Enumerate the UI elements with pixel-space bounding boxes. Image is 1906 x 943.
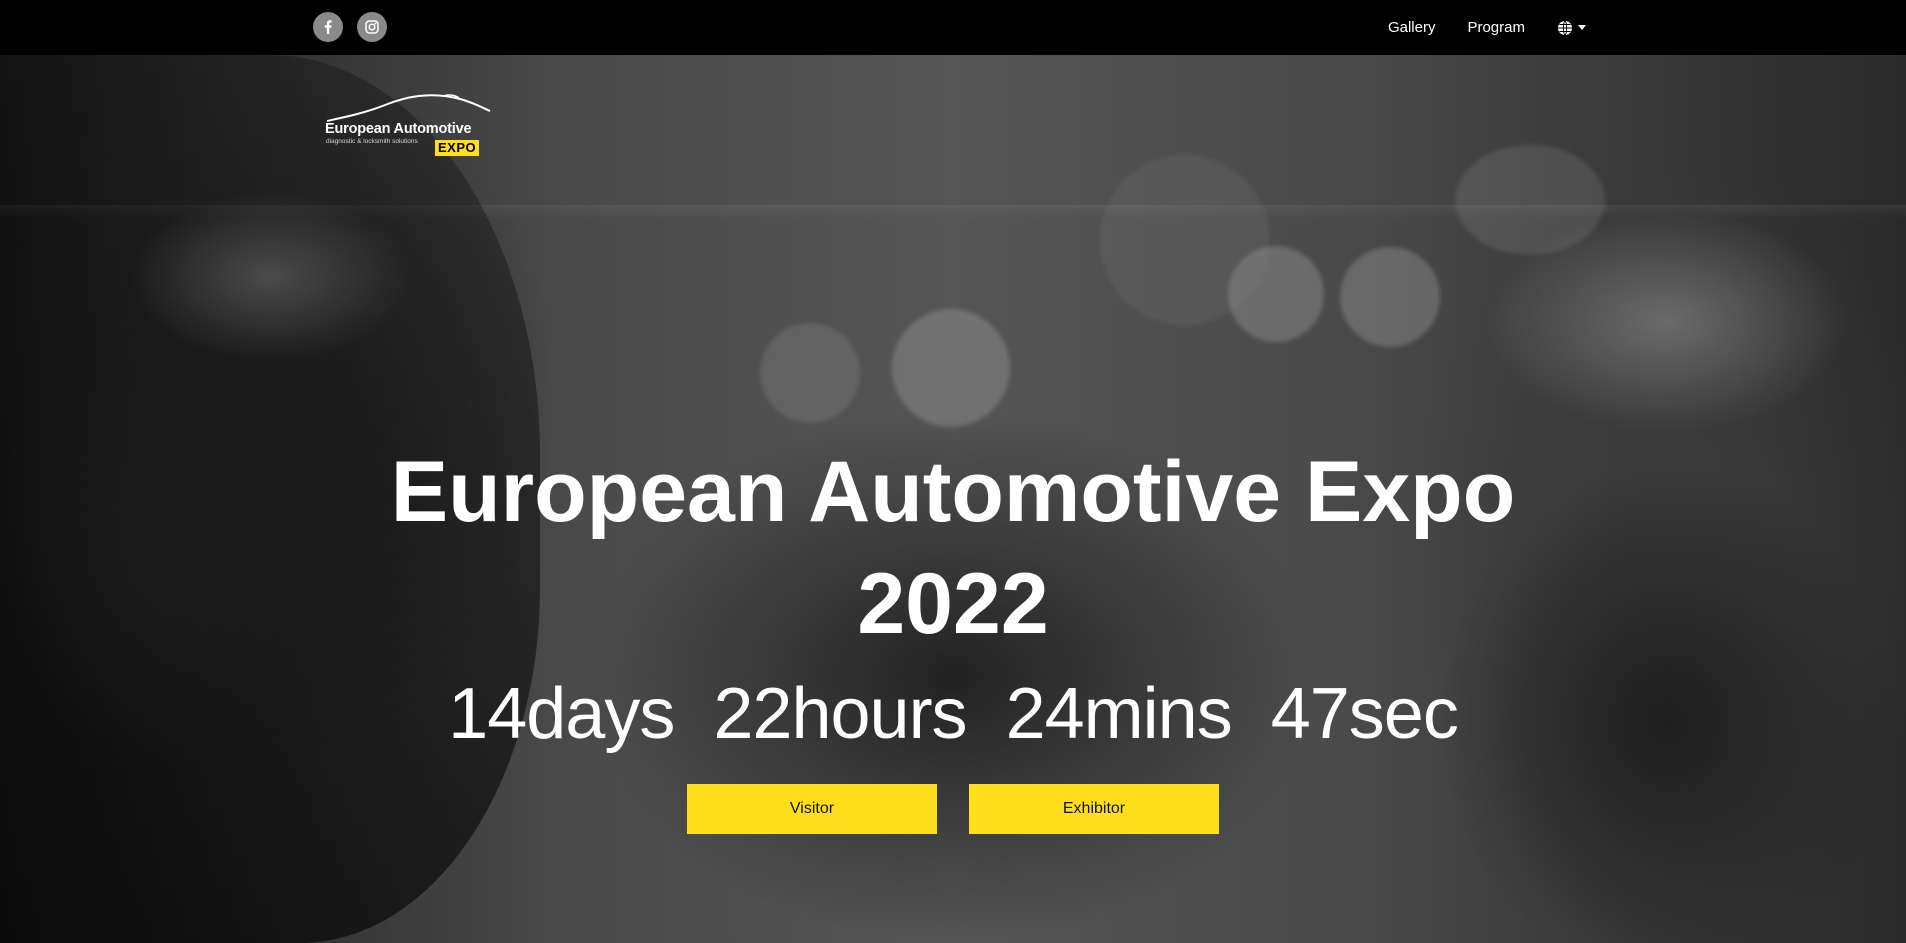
hero-title: European Automotive Expo 2022 (0, 436, 1906, 660)
bokeh-light (760, 323, 860, 423)
top-navbar: Gallery Program (0, 0, 1906, 55)
bokeh-light (1100, 155, 1270, 325)
globe-icon (1558, 20, 1572, 35)
countdown-hours: 22hours (713, 674, 967, 754)
car-silhouette-icon (326, 94, 491, 122)
countdown-days: 14days (448, 674, 675, 754)
instagram-icon (365, 20, 379, 34)
hero-title-line-2: 2022 (857, 556, 1049, 652)
social-links (313, 12, 387, 42)
countdown-sec: 47sec (1270, 674, 1459, 754)
countdown-sec-value: 47 (1270, 674, 1350, 754)
countdown-sec-unit: sec (1348, 674, 1459, 754)
chevron-down-icon (1578, 25, 1586, 30)
countdown-timer: 14days 22hours 24mins 47sec (0, 674, 1906, 754)
exhibitor-button[interactable]: Exhibitor (969, 784, 1219, 834)
logo-title: European Automotive (325, 121, 472, 137)
facebook-button[interactable] (313, 12, 343, 42)
visitor-button[interactable]: Visitor (687, 784, 937, 834)
bokeh-light (892, 309, 1010, 427)
countdown-mins: 24mins (1005, 674, 1233, 754)
language-dropdown[interactable] (1557, 20, 1586, 36)
nav-gallery-link[interactable]: Gallery (1388, 19, 1436, 36)
countdown-days-value: 14 (448, 674, 527, 754)
hero-title-line-1: European Automotive Expo (390, 444, 1516, 540)
page: Gallery Program European Automotive diag… (0, 0, 1906, 943)
nav-program-link[interactable]: Program (1467, 19, 1525, 36)
countdown-days-unit: days (526, 674, 675, 754)
logo-subtitle: diagnostic & locksmith solutions (326, 138, 418, 145)
main-nav: Gallery Program (1388, 0, 1586, 55)
cta-buttons: Visitor Exhibitor (0, 784, 1906, 834)
countdown-mins-unit: mins (1083, 674, 1233, 754)
hero-content: European Automotive Expo 2022 14days 22h… (0, 436, 1906, 834)
countdown-hours-value: 22 (713, 674, 792, 754)
countdown-mins-value: 24 (1005, 674, 1085, 754)
countdown-hours-unit: hours (791, 674, 967, 754)
facebook-icon (324, 20, 332, 34)
instagram-button[interactable] (357, 12, 387, 42)
logo-expo-badge: EXPO (435, 140, 480, 156)
site-logo[interactable]: European Automotive diagnostic & locksmi… (323, 93, 493, 161)
